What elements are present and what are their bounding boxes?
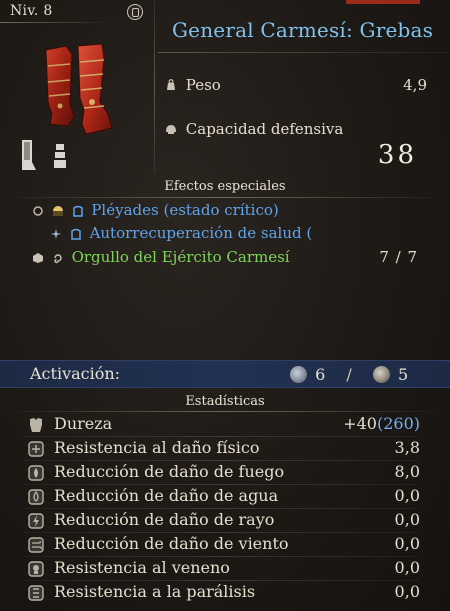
stat-value: 3,8 <box>394 438 420 457</box>
effect-label: Orgullo del Ejército Carmesí <box>71 248 290 266</box>
effect-orgullo[interactable]: Orgullo del Ejército Carmesí <box>32 248 290 266</box>
stat-value: 0,0 <box>394 582 420 601</box>
fire-icon <box>28 465 44 481</box>
stat-value: 0,0 <box>394 534 420 553</box>
stat-label: Reducción de daño de rayo <box>54 510 275 529</box>
special-effects-title: Efectos especiales <box>164 179 286 194</box>
greaves-item-icon <box>45 44 113 135</box>
top-red-tab <box>346 0 420 4</box>
wind-icon <box>28 537 44 553</box>
special-effects-divider <box>0 197 450 198</box>
physical-resist-icon <box>28 441 44 457</box>
skull-emblem-icon <box>127 4 143 20</box>
stat-row-agua: Reducción de daño de agua 0,0 <box>24 485 420 508</box>
stat-label: Resistencia al veneno <box>54 558 230 577</box>
half-circle-icon <box>52 206 63 216</box>
paralysis-icon <box>28 585 44 601</box>
stat-value: +40(260) <box>343 414 420 433</box>
stat-label: Resistencia al daño físico <box>54 438 260 457</box>
poison-icon <box>28 561 44 577</box>
gear-slot-icon <box>33 206 43 216</box>
stat-row-fisico: Resistencia al daño físico 3,8 <box>24 437 420 460</box>
effect-autorrecuperacion[interactable]: Autorrecuperación de salud ( <box>50 224 312 242</box>
stat-label: Reducción de daño de viento <box>54 534 289 553</box>
activation-label: Activación: <box>30 364 121 383</box>
set-count: 7 / 7 <box>379 248 418 266</box>
stat-label: Dureza <box>54 414 113 433</box>
title-divider <box>158 52 450 53</box>
hexagon-icon <box>33 253 43 263</box>
set-piece-icon <box>72 205 83 217</box>
weight-icon <box>167 79 175 90</box>
stat-label: Resistencia a la parálisis <box>54 582 256 601</box>
equipment-slot-icons <box>22 140 66 170</box>
activation-values: 6 / 5 <box>290 364 408 384</box>
item-title: General Carmesí: Grebas <box>172 18 434 42</box>
spiral-icon <box>54 254 62 264</box>
stat-label: Reducción de daño de agua <box>54 486 279 505</box>
stat-value: 0,0 <box>394 558 420 577</box>
stat-row-dureza: Dureza +40(260) <box>24 413 420 436</box>
activation-value-a: 6 <box>315 365 326 384</box>
stat-value: 0,0 <box>394 486 420 505</box>
stats-divider <box>0 411 450 412</box>
stat-label: Reducción de daño de fuego <box>54 462 285 481</box>
stat-row-fuego: Reducción de daño de fuego 8,0 <box>24 461 420 484</box>
equipment-detail-panel: Niv. 8 General Carmesí: Grebas Peso 4,9 … <box>0 0 450 611</box>
stat-value-main: +40 <box>343 414 377 433</box>
stat-value-extra: (260) <box>376 414 420 433</box>
effect-label: Pléyades (estado crítico) <box>91 201 279 219</box>
armor-icon <box>30 418 42 432</box>
lightning-icon <box>28 513 44 529</box>
stats-title: Estadísticas <box>185 394 265 409</box>
defense-row: Capacidad defensiva <box>165 120 427 138</box>
activation-separator: / <box>346 365 352 384</box>
effect-pleyades[interactable]: Pléyades (estado crítico) <box>32 201 279 219</box>
water-icon <box>28 489 44 505</box>
shield-orb-icon <box>372 366 390 383</box>
level-divider <box>0 22 112 23</box>
stat-row-viento: Reducción de daño de viento 0,0 <box>24 533 420 556</box>
item-level: Niv. 8 <box>10 3 53 19</box>
helmet-icon <box>166 125 176 134</box>
stamina-orb-icon <box>290 366 307 383</box>
weight-row: Peso 4,9 <box>165 76 427 94</box>
stat-row-rayo: Reducción de daño de rayo 0,0 <box>24 509 420 532</box>
sparkle-icon <box>51 229 61 239</box>
activation-value-b: 5 <box>397 365 409 384</box>
stat-row-veneno: Resistencia al veneno 0,0 <box>24 557 420 580</box>
defense-value: 38 <box>377 140 417 170</box>
effect-label: Autorrecuperación de salud ( <box>89 224 313 242</box>
vertical-divider <box>154 0 155 174</box>
stat-value: 0,0 <box>394 510 420 529</box>
defense-label: Capacidad defensiva <box>185 120 344 138</box>
set-piece-icon <box>71 228 81 240</box>
stat-row-paralisis: Resistencia a la parálisis 0,0 <box>24 581 420 604</box>
stat-value: 8,0 <box>394 462 420 481</box>
weight-value: 4,9 <box>403 76 427 94</box>
weight-label: Peso <box>185 76 221 94</box>
